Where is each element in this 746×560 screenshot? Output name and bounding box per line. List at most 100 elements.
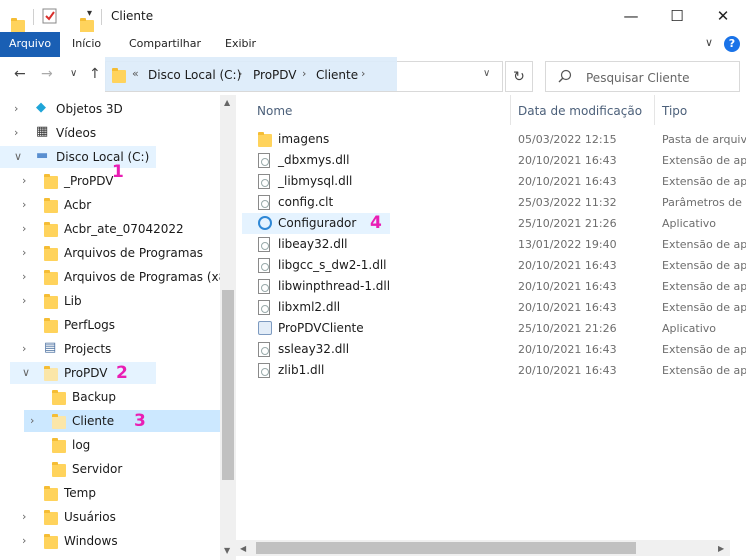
nav-item-usu-rios[interactable]: › Usuários — [0, 506, 220, 528]
folder-icon — [52, 438, 66, 453]
file-row[interactable]: zlib1.dll 20/10/2021 16:43 Extensão de apl… — [242, 360, 746, 381]
dll-file-icon — [258, 153, 270, 168]
folder-icon — [44, 246, 58, 261]
scroll-up-arrow[interactable]: ▲ — [224, 98, 230, 107]
nav-item-temp[interactable]: Temp — [0, 482, 220, 504]
nav-item-label: Windows — [64, 534, 118, 548]
expand-chevron-icon[interactable]: ∨ — [22, 366, 30, 379]
expand-chevron-icon[interactable]: › — [14, 126, 18, 139]
file-row[interactable]: _dbxmys.dll 20/10/2021 16:43 Extensão de a… — [242, 150, 746, 171]
expand-ribbon-icon[interactable]: ∨ — [705, 36, 713, 49]
column-divider[interactable] — [510, 95, 511, 125]
nav-item-disco-local-c[interactable]: ∨ ▬ Disco Local (C:) — [0, 146, 156, 168]
nav-item-propdv[interactable]: ∨ ProPDV — [10, 362, 156, 384]
properties-icon[interactable] — [42, 8, 58, 24]
file-row[interactable]: libwinpthread-1.dll 20/10/2021 16:43 Exten… — [242, 276, 746, 297]
scroll-right-arrow[interactable]: ▶ — [718, 544, 724, 553]
nav-scrollbar-thumb[interactable] — [222, 290, 234, 480]
nav-item-perflogs[interactable]: PerfLogs — [0, 314, 220, 336]
file-list: ^ Nome Data de modificação Tipo imagens 0… — [236, 95, 746, 560]
file-type: Extensão de aplicativo — [662, 238, 746, 251]
file-row[interactable]: libeay32.dll 13/01/2022 19:40 Extensão de … — [242, 234, 746, 255]
expand-chevron-icon[interactable]: › — [22, 294, 26, 307]
column-header-name[interactable]: Nome — [257, 104, 292, 118]
nav-item-arquivos-de-programas[interactable]: › Arquivos de Programas — [0, 242, 220, 264]
expand-chevron-icon[interactable]: › — [22, 270, 26, 283]
file-row[interactable]: _libmysql.dll 20/10/2021 16:43 Extensão de… — [242, 171, 746, 192]
nav-item-windows[interactable]: › Windows — [0, 530, 220, 552]
tab-inicio[interactable]: Início — [72, 32, 101, 57]
expand-chevron-icon[interactable]: › — [22, 342, 26, 355]
nav-item-servidor[interactable]: Servidor — [0, 458, 220, 480]
expand-chevron-icon[interactable]: › — [22, 222, 26, 235]
film-icon: ▦ — [36, 124, 49, 139]
breadcrumb-overflow[interactable]: « — [132, 67, 139, 80]
folder-icon — [44, 198, 58, 213]
expand-chevron-icon[interactable]: › — [22, 174, 26, 187]
nav-item-objetos-3d[interactable]: › ◆ Objetos 3D — [0, 98, 220, 120]
nav-item-lib[interactable]: › Lib — [0, 290, 220, 312]
nav-item-label: Acbr_ate_07042022 — [64, 222, 184, 236]
nav-item-log[interactable]: log — [0, 434, 220, 456]
nav-item-label: Arquivos de Programas (x86) — [64, 270, 236, 284]
file-name: libgcc_s_dw2-1.dll — [278, 258, 387, 272]
back-button[interactable]: ← — [14, 66, 26, 82]
customize-toolbar-icon[interactable]: ▾ — [87, 8, 92, 19]
column-header-type[interactable]: Tipo — [662, 104, 687, 118]
file-row[interactable]: imagens 05/03/2022 12:15 Pasta de arquivos — [242, 129, 746, 150]
expand-chevron-icon[interactable]: › — [30, 414, 34, 427]
nav-item-propdv[interactable]: › _ProPDV — [0, 170, 220, 192]
annotation-1: 1 — [112, 162, 124, 182]
expand-chevron-icon[interactable]: › — [22, 246, 26, 259]
file-row[interactable]: config.clt 25/03/2022 11:32 Parâmetros de … — [242, 192, 746, 213]
file-row[interactable]: libxml2.dll 20/10/2021 16:43 Extensão de a… — [242, 297, 746, 318]
expand-chevron-icon[interactable]: › — [22, 198, 26, 211]
nav-item-projects[interactable]: › ▤ Projects — [0, 338, 220, 360]
column-divider[interactable] — [654, 95, 655, 125]
forward-button[interactable]: → — [41, 66, 53, 82]
minimize-button[interactable]: — — [608, 0, 654, 32]
nav-item-acbr-ate-07042022[interactable]: › Acbr_ate_07042022 — [0, 218, 220, 240]
expand-chevron-icon[interactable]: ∨ — [14, 150, 22, 163]
close-button[interactable]: ✕ — [700, 0, 746, 32]
tab-exibir[interactable]: Exibir — [225, 32, 256, 57]
folder-icon — [44, 510, 58, 525]
expand-chevron-icon[interactable]: › — [22, 510, 26, 523]
nav-item-acbr[interactable]: › Acbr — [0, 194, 220, 216]
nav-item-v-deos[interactable]: › ▦ Vídeos — [0, 122, 220, 144]
expand-chevron-icon[interactable]: › — [22, 534, 26, 547]
recent-locations-button[interactable]: ∨ — [70, 68, 77, 79]
refresh-button[interactable]: ↻ — [505, 61, 533, 92]
breadcrumb-cliente[interactable]: Cliente — [316, 68, 358, 82]
scroll-down-arrow[interactable]: ▼ — [224, 546, 230, 555]
breadcrumb-separator[interactable]: › — [361, 67, 365, 80]
tab-compartilhar[interactable]: Compartilhar — [129, 32, 201, 57]
file-type: Extensão de aplicativo — [662, 364, 746, 377]
file-row[interactable]: libgcc_s_dw2-1.dll 20/10/2021 16:43 Extens… — [242, 255, 746, 276]
folder-icon — [44, 366, 58, 381]
refresh-icon: ↻ — [513, 68, 525, 85]
address-dropdown-button[interactable]: ∨ — [483, 68, 490, 79]
search-input[interactable]: Pesquisar Cliente — [545, 61, 740, 92]
breadcrumb-disco-local[interactable]: Disco Local (C:) — [148, 68, 241, 82]
horizontal-scrollbar-thumb[interactable] — [256, 542, 636, 554]
maximize-button[interactable]: ☐ — [654, 0, 700, 32]
nav-item-backup[interactable]: Backup — [0, 386, 220, 408]
file-row[interactable]: ssleay32.dll 20/10/2021 16:43 Extensão de … — [242, 339, 746, 360]
expand-chevron-icon[interactable]: › — [14, 102, 18, 115]
file-row[interactable]: Configurador 25/10/2021 21:26 Aplicativo — [242, 213, 716, 234]
up-button[interactable]: ↑ — [89, 66, 101, 82]
breadcrumb-separator[interactable]: › — [238, 67, 242, 80]
tab-arquivo[interactable]: Arquivo — [0, 32, 61, 57]
nav-item-arquivos-de-programas-x86[interactable]: › Arquivos de Programas (x86) — [0, 266, 236, 288]
cube-icon: ◆ — [36, 100, 46, 115]
new-folder-icon[interactable] — [80, 17, 94, 33]
file-row[interactable]: ProPDVCliente 25/10/2021 21:26 Aplicativo — [242, 318, 746, 339]
nav-item-cliente[interactable]: › Cliente — [24, 410, 220, 432]
help-icon[interactable]: ? — [724, 36, 740, 52]
column-header-date[interactable]: Data de modificação — [518, 104, 642, 118]
file-date: 20/10/2021 16:43 — [518, 343, 617, 356]
breadcrumb-propdv[interactable]: ProPDV — [253, 68, 297, 82]
breadcrumb-separator[interactable]: › — [302, 67, 306, 80]
scroll-left-arrow[interactable]: ◀ — [240, 544, 246, 553]
